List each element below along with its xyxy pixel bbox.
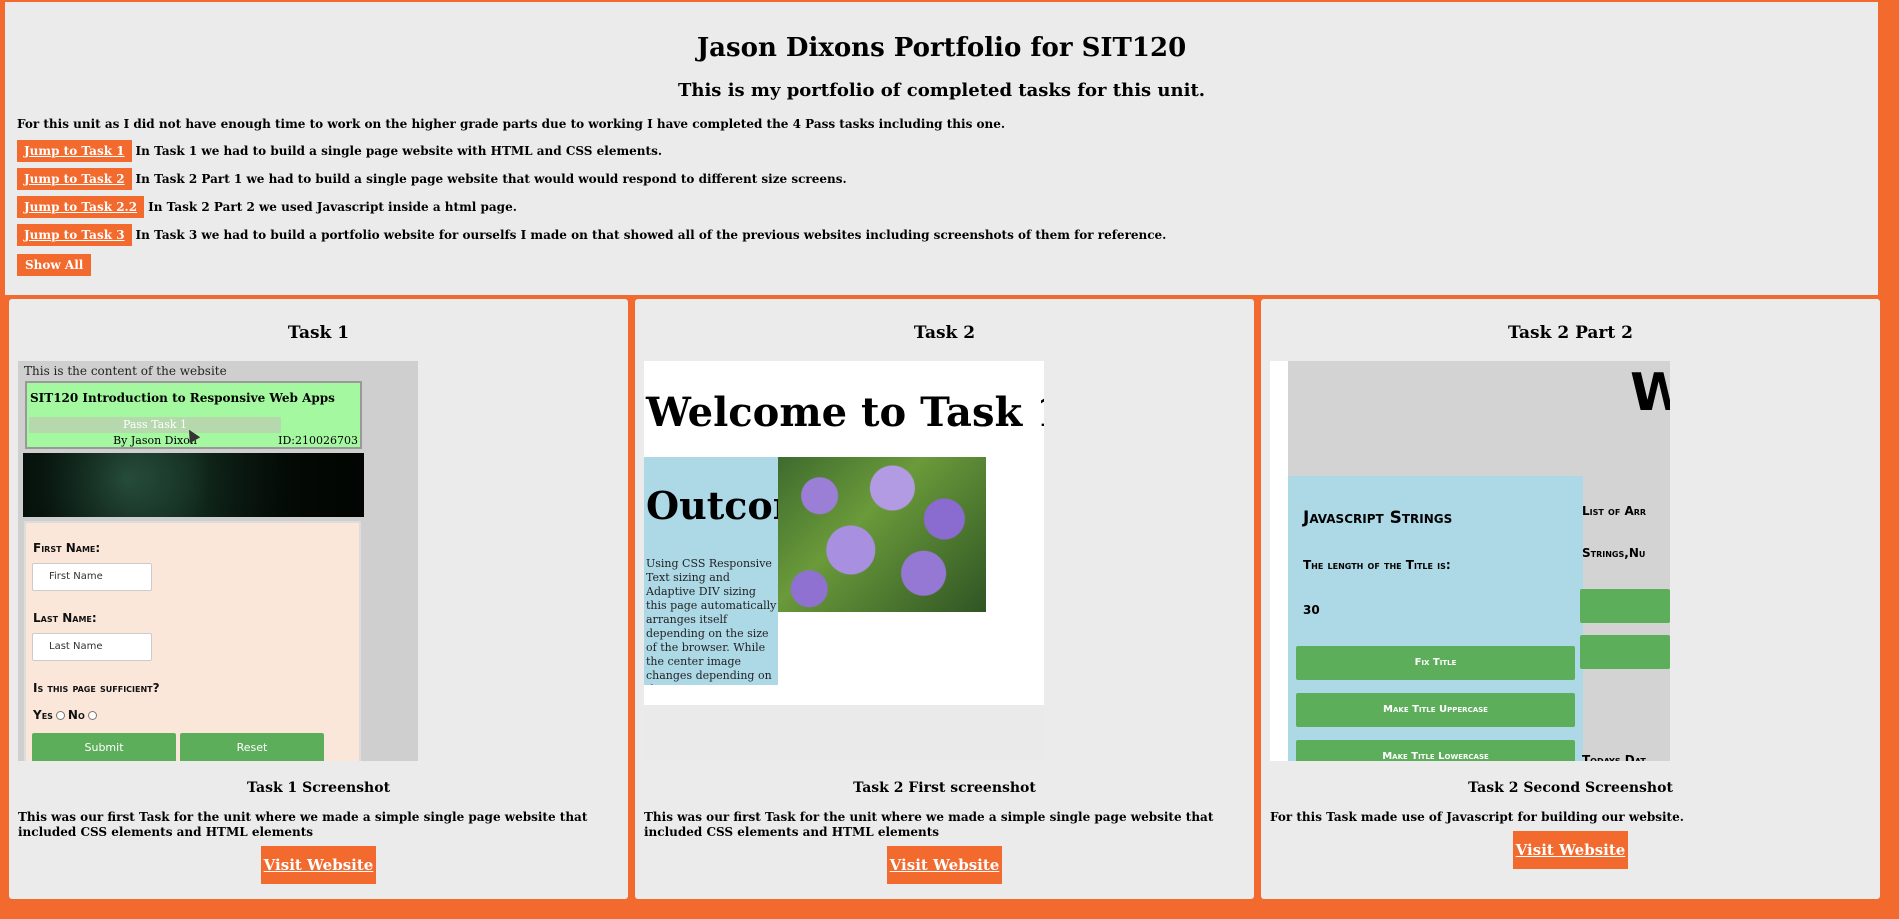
task2-part2-card: Task 2 Part 2 W Javascript Strings The l…: [1261, 299, 1880, 899]
jump-to-task3-button[interactable]: Jump to Task 3: [17, 224, 132, 246]
visit-website-button[interactable]: Visit Website: [261, 846, 376, 884]
screenshot-form: First Name: First Name Last Name: Last N…: [24, 521, 361, 761]
jump-description: In Task 3 we had to build a portfolio we…: [135, 228, 1167, 242]
visit-website-button[interactable]: Visit Website: [1513, 831, 1628, 869]
screenshot-left-strip: [1270, 361, 1288, 761]
screenshot-student-id: ID:210026703: [278, 434, 358, 447]
screenshot-outcome-heading: Outcom: [646, 483, 778, 528]
screenshot-strings-label: Strings,Nu: [1582, 546, 1646, 560]
intro-text: For this unit as I did not have enough t…: [17, 117, 1006, 131]
screenshot-site-title: SIT120 Introduction to Responsive Web Ap…: [30, 391, 335, 405]
card-description: This was our first Task for the unit whe…: [18, 810, 588, 839]
screenshot-today-label: Todays Dat: [1582, 753, 1646, 761]
screenshot-big-heading: W: [1630, 363, 1670, 423]
screenshot-yes-label: Yes: [33, 708, 53, 722]
visit-website-button[interactable]: Visit Website: [887, 846, 1002, 884]
jump-description: In Task 2 Part 1 we had to build a singl…: [135, 172, 847, 186]
screenshot-banner-image: [23, 453, 364, 517]
screenshot-pass-label: Pass Task 1: [29, 417, 281, 433]
screenshot-content-text: This is the content of the website: [24, 364, 227, 378]
task2-card: Task 2 Welcome to Task 1.2P Outcom Using…: [635, 299, 1254, 899]
screenshot-reset-button: Reset: [180, 733, 324, 761]
card-caption: Task 1 Screenshot: [246, 780, 391, 796]
portfolio-header: Jason Dixons Portfolio for SIT120 This i…: [5, 2, 1878, 295]
screenshot-lowercase-button: Make Title Lowercase: [1296, 740, 1575, 761]
screenshot-first-label: First Name:: [33, 541, 101, 555]
screenshot-list-label: List of Arr: [1582, 504, 1647, 518]
task2-screenshot: Welcome to Task 1.2P Outcom Using CSS Re…: [644, 361, 1044, 761]
card-title: Task 1: [287, 323, 350, 343]
screenshot-last-label: Last Name:: [33, 611, 97, 625]
radio-icon: [87, 711, 97, 720]
jump-to-task2-button[interactable]: Jump to Task 2: [17, 168, 132, 190]
show-all-button[interactable]: Show All: [17, 254, 92, 276]
screenshot-panel-title: Javascript Strings: [1303, 508, 1453, 528]
jump-row-task3: Jump to Task 3 In Task 3 we had to build…: [17, 224, 1166, 246]
screenshot-side-text: Using CSS Responsive Text sizing and Ada…: [646, 557, 777, 685]
task1-card: Task 1 This is the content of the websit…: [9, 299, 628, 899]
card-title: Task 2: [913, 323, 976, 343]
screenshot-welcome-heading: Welcome to Task 1.2P: [646, 389, 1044, 436]
card-caption: Task 2 First screenshot: [853, 780, 1036, 796]
jump-to-task2-2-button[interactable]: Jump to Task 2.2: [17, 196, 145, 218]
screenshot-strings-panel: Javascript Strings The length of the Tit…: [1288, 476, 1583, 761]
screenshot-uppercase-button: Make Title Uppercase: [1296, 693, 1575, 727]
card-description: This was our first Task for the unit whe…: [644, 810, 1214, 839]
screenshot-flowers-image: [778, 457, 986, 612]
screenshot-first-input: First Name: [32, 563, 152, 591]
task2-part2-screenshot: W Javascript Strings The length of the T…: [1270, 361, 1670, 761]
jump-row-task1: Jump to Task 1 In Task 1 we had to build…: [17, 140, 662, 162]
card-description: For this Task made use of Javascript for…: [1270, 810, 1684, 824]
screenshot-question: Is this page sufficient?: [33, 681, 160, 695]
page-title: Jason Dixons Portfolio for SIT120: [696, 33, 1187, 63]
screenshot-fix-title-button: Fix Title: [1296, 646, 1575, 680]
jump-row-task2: Jump to Task 2 In Task 2 Part 1 we had t…: [17, 168, 847, 190]
jump-description: In Task 2 Part 2 we used Javascript insi…: [148, 200, 517, 214]
screenshot-author: By Jason Dixon: [113, 434, 197, 447]
screenshot-right-button: [1580, 589, 1670, 623]
screenshot-submit-button: Submit: [32, 733, 176, 761]
screenshot-side-panel: Outcom Using CSS Responsive Text sizing …: [644, 457, 778, 685]
radio-icon: [55, 711, 65, 720]
card-caption: Task 2 Second Screenshot: [1468, 780, 1673, 796]
screenshot-no-label: No: [67, 708, 85, 722]
jump-row-task2-2: Jump to Task 2.2 In Task 2 Part 2 we use…: [17, 196, 517, 218]
screenshot-length-label: The length of the Title is:: [1303, 558, 1451, 572]
screenshot-page: Welcome to Task 1.2P Outcom Using CSS Re…: [644, 361, 1044, 705]
screenshot-length-value: 30: [1303, 603, 1320, 617]
jump-description: In Task 1 we had to build a single page …: [135, 144, 663, 158]
jump-to-task1-button[interactable]: Jump to Task 1: [17, 140, 132, 162]
card-title: Task 2 Part 2: [1508, 323, 1633, 343]
screenshot-last-input: Last Name: [32, 633, 152, 661]
task1-screenshot: This is the content of the website SIT12…: [18, 361, 418, 761]
page-subtitle: This is my portfolio of completed tasks …: [677, 80, 1206, 101]
screenshot-radio-group: Yes No: [33, 708, 100, 722]
screenshot-right-button: [1580, 635, 1670, 669]
